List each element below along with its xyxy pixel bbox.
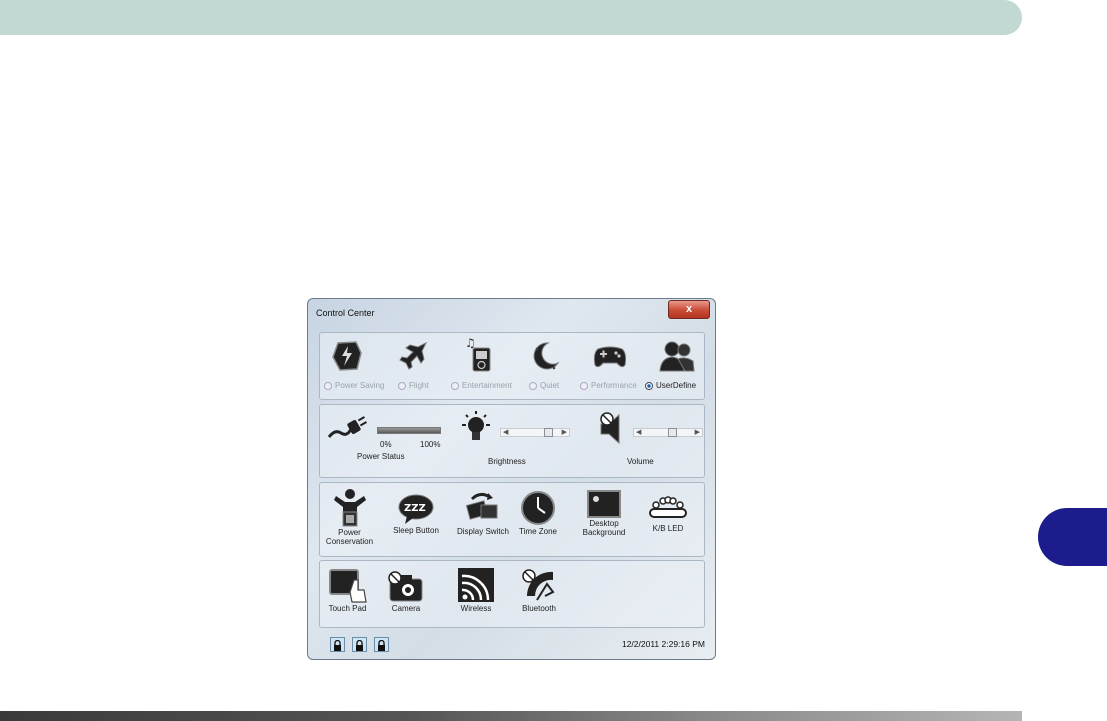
display-switch-button[interactable]: Display Switch <box>455 489 511 536</box>
sleep-button[interactable]: ZZZ Sleep Button <box>391 492 441 535</box>
page-footer-rule <box>0 711 1022 721</box>
camera-icon <box>388 571 423 602</box>
bluetooth-button[interactable]: Bluetooth <box>513 566 565 613</box>
radio-button-selected[interactable] <box>645 381 653 390</box>
radio-button[interactable] <box>529 381 537 390</box>
volume-slider[interactable]: ◀ ▶ <box>633 428 703 437</box>
bluetooth-icon <box>522 569 555 601</box>
mode-entertainment[interactable]: ♫ <box>459 335 499 373</box>
button-label: K/B LED <box>652 524 684 533</box>
chapter-tab <box>1038 508 1107 566</box>
button-label: Sleep Button <box>393 526 439 535</box>
radio-label: Entertainment <box>462 381 512 390</box>
status-datetime: 12/2/2011 2:29:16 PM <box>621 639 705 649</box>
display-switch-icon <box>465 492 498 520</box>
kb-led-button[interactable]: K/B LED <box>646 495 690 533</box>
mode-performance[interactable] <box>590 339 630 373</box>
scroll-lock-icon <box>378 639 385 651</box>
wireless-button[interactable]: Wireless <box>452 566 500 613</box>
slider-right-arrow[interactable]: ▶ <box>562 428 567 436</box>
radio-label: Power Saving <box>335 381 385 390</box>
radio-entertainment[interactable]: Entertainment <box>451 381 512 390</box>
device-toggles-group: Touch Pad Camera Wireless Bluetooth <box>319 560 705 628</box>
brightness-label: Brightness <box>488 457 526 466</box>
power-conservation-icon <box>333 489 366 527</box>
button-label: Camera <box>391 604 421 613</box>
sleep-icon: ZZZ <box>398 494 434 524</box>
volume-label: Volume <box>627 457 654 466</box>
radio-label: Performance <box>591 381 637 390</box>
camera-button[interactable]: Camera <box>382 569 430 613</box>
keyboard-led-icon <box>649 496 687 518</box>
volume-slider-thumb[interactable] <box>668 428 678 437</box>
button-label: Power <box>338 528 361 537</box>
radio-performance[interactable]: Performance <box>580 381 637 390</box>
num-lock-indicator <box>352 637 367 652</box>
power-min-label: 0% <box>380 440 392 449</box>
button-label: Desktop <box>589 519 619 528</box>
speaker-muted-icon <box>600 412 620 445</box>
scroll-lock-indicator <box>374 637 389 652</box>
power-status-bar <box>377 427 441 434</box>
button-label: Conservation <box>325 537 374 546</box>
mode-quiet[interactable] <box>525 339 565 373</box>
button-label: Time Zone <box>519 527 557 536</box>
power-conservation-button[interactable]: Power Conservation <box>322 488 377 546</box>
radio-label: UserDefine <box>656 381 697 390</box>
radio-button[interactable] <box>398 381 406 390</box>
clock-icon <box>521 491 555 525</box>
slider-right-arrow[interactable]: ▶ <box>695 428 700 436</box>
airplane-icon <box>399 341 428 370</box>
button-label: Touch Pad <box>328 604 367 613</box>
function-buttons-group: Power Conservation ZZZ Sleep Button Disp… <box>319 482 705 557</box>
window-titlebar[interactable]: Control Center x <box>308 299 715 325</box>
control-center-window: Control Center x ♫ Power Saving Flight E… <box>307 298 716 660</box>
music-player-icon: ♫ <box>465 336 491 372</box>
power-status-label: Power Status <box>357 452 405 461</box>
power-plug-icon <box>327 416 367 438</box>
radio-button[interactable] <box>324 381 332 390</box>
brightness-slider-thumb[interactable] <box>544 428 553 437</box>
num-lock-icon <box>356 639 363 651</box>
svg-text:ZZZ: ZZZ <box>404 503 426 514</box>
power-max-label: 100% <box>420 440 441 449</box>
time-zone-button[interactable]: Time Zone <box>513 489 563 536</box>
close-button[interactable]: x <box>668 300 710 319</box>
mode-flight[interactable] <box>393 339 433 373</box>
caps-lock-indicator <box>330 637 345 652</box>
lightbulb-icon <box>462 411 490 440</box>
touch-pad-button[interactable]: Touch Pad <box>325 566 370 613</box>
caps-lock-icon <box>334 639 341 651</box>
page-header-bar <box>0 0 1022 35</box>
power-mode-group: ♫ Power Saving Flight Entertainment Quie… <box>319 332 705 400</box>
slider-left-arrow[interactable]: ◀ <box>636 428 641 436</box>
radio-button[interactable] <box>580 381 588 390</box>
status-group: 0% 100% Power Status ◀ ▶ Brightness ◀ ▶ … <box>319 404 705 478</box>
desktop-background-button[interactable]: Desktop Background <box>576 489 632 537</box>
radio-userdefine[interactable]: UserDefine <box>645 381 696 390</box>
radio-label: Flight <box>409 381 429 390</box>
radio-power-saving[interactable]: Power Saving <box>324 381 384 390</box>
mode-power-saving[interactable] <box>327 339 367 373</box>
radio-quiet[interactable]: Quiet <box>529 381 559 390</box>
gamepad-icon <box>593 346 627 368</box>
desktop-background-icon <box>587 490 621 518</box>
radio-label: Quiet <box>540 381 560 390</box>
brightness-slider[interactable]: ◀ ▶ <box>500 428 570 437</box>
radio-flight[interactable]: Flight <box>398 381 429 390</box>
moon-icon <box>533 342 560 370</box>
button-label: Display Switch <box>456 527 509 536</box>
slider-left-arrow[interactable]: ◀ <box>503 428 508 436</box>
button-label: Background <box>582 528 626 537</box>
window-title: Control Center <box>316 308 375 318</box>
button-label: Wireless <box>460 604 492 613</box>
touchpad-icon <box>328 569 367 603</box>
radio-button[interactable] <box>451 381 459 390</box>
wireless-icon <box>458 568 494 602</box>
power-saving-icon <box>332 341 362 371</box>
mode-userdefine[interactable] <box>656 339 698 373</box>
button-label: Bluetooth <box>522 604 556 613</box>
users-icon <box>659 341 695 372</box>
